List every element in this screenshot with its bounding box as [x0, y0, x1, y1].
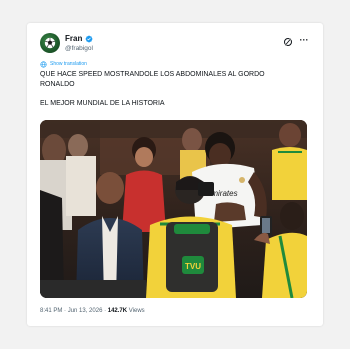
views-count: 142.7K: [107, 308, 128, 314]
translate-icon: [40, 60, 47, 68]
grok-icon[interactable]: [283, 37, 293, 47]
soccer-avatar-icon: [44, 37, 56, 49]
tweet-card[interactable]: Fran @frabigol ··· Show translation QUE …: [27, 23, 323, 326]
tweet-text-line: RONALDO: [40, 81, 75, 88]
author-display-name[interactable]: Fran: [65, 34, 82, 44]
tweet-meta: 8:41 PM · Jun 13, 2026 · 142.7K Views: [40, 306, 145, 316]
show-translation-link[interactable]: Show translation: [40, 60, 87, 68]
tweet-date[interactable]: Jun 13, 2026: [68, 308, 103, 314]
tweet-body: QUE HACE SPEED MOSTRANDOLE LOS ABDOMINAL…: [40, 70, 310, 109]
author-name-row[interactable]: Fran: [65, 34, 93, 44]
meta-separator: ·: [64, 308, 67, 314]
tweet-header: Fran @frabigol ···: [40, 33, 310, 55]
stadium-crowd-photo: Emirates TVU: [40, 120, 307, 298]
views-label: Views: [128, 308, 145, 314]
meta-separator: ·: [104, 308, 107, 314]
tweet-time[interactable]: 8:41 PM: [40, 308, 62, 314]
avatar[interactable]: [40, 33, 60, 53]
tv-logo-text: TVU: [185, 262, 201, 271]
show-translation-label[interactable]: Show translation: [50, 61, 87, 68]
verified-badge-icon: [85, 35, 93, 43]
tweet-text-line: QUE HACE SPEED MOSTRANDOLE LOS ABDOMINAL…: [40, 71, 265, 78]
tweet-text-line: EL MEJOR MUNDIAL DE LA HISTORIA: [40, 100, 165, 107]
tweet-media-image[interactable]: Emirates TVU: [40, 120, 307, 298]
author-handle[interactable]: @frabigol: [65, 44, 93, 53]
more-icon[interactable]: ···: [298, 36, 310, 46]
